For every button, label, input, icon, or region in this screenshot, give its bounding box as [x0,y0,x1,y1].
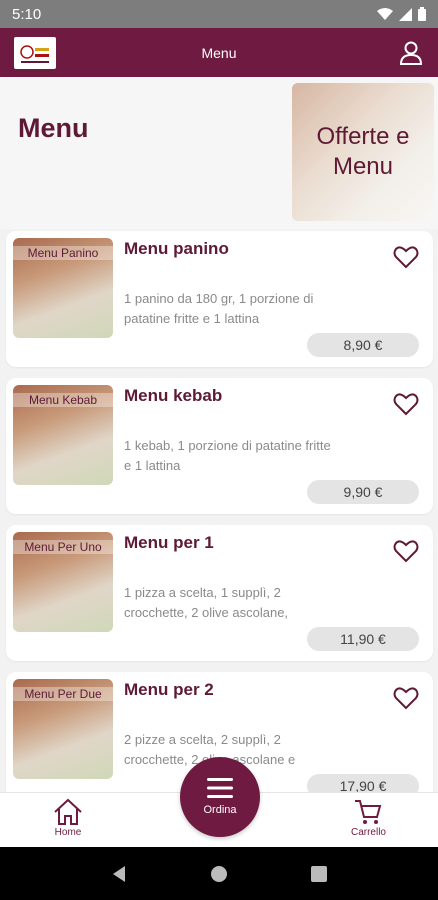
menu-title: Menu panino [124,239,229,258]
menu-thumbnail: Menu Per Uno [13,532,113,632]
menu-icon [207,778,233,798]
home-circle-icon[interactable] [210,865,228,883]
recents-icon[interactable] [310,865,327,882]
heart-icon[interactable] [393,392,419,416]
thumbnail-label: Menu Per Uno [13,540,113,554]
menu-card[interactable]: Menu Panino Menu panino 1 panino da 180 … [6,231,433,367]
heart-icon[interactable] [393,245,419,269]
menu-title: Menu kebab [124,386,223,405]
thumbnail-label: Menu Kebab [13,393,113,407]
menu-description: 1 pizza a scelta, 1 supplì, 2 crocchette… [124,585,289,620]
heart-icon[interactable] [393,686,419,710]
menu-thumbnail: Menu Kebab [13,385,113,485]
thumbnail-label: Menu Per Due [13,687,113,701]
app-bar: Menu [0,28,438,77]
app-logo[interactable] [14,36,56,69]
cart-icon [355,800,382,824]
order-button[interactable]: Ordina [180,757,260,837]
user-icon[interactable] [398,40,424,66]
hero-image: Offerte e Menu [292,83,434,221]
wifi-icon [377,7,393,20]
battery-icon [418,7,426,21]
nav-home[interactable]: Home [52,797,84,838]
menu-list: Menu Panino Menu panino 1 panino da 180 … [6,231,433,819]
signal-icon [399,7,412,21]
price-badge: 8,90 € [307,333,419,357]
menu-title: Menu per 1 [124,533,214,552]
order-button-label: Ordina [203,804,237,816]
menu-thumbnail: Menu Panino [13,238,113,338]
status-icons [377,7,426,21]
nav-home-label: Home [54,827,82,838]
app-title: Menu [201,44,237,61]
home-icon [54,798,82,825]
logo-icon [20,44,49,63]
thumbnail-label: Menu Panino [13,246,113,260]
menu-description: 1 kebab, 1 porzione di patatine fritte e… [124,438,331,473]
page-title: Menu [18,113,89,143]
menu-card[interactable]: Menu Kebab Menu kebab 1 kebab, 1 porzion… [6,378,433,514]
status-bar: 5:10 [0,0,438,28]
nav-cart[interactable]: Carrello [351,797,386,838]
heart-icon[interactable] [393,539,419,563]
price-badge: 11,90 € [307,627,419,651]
system-nav-bar [0,847,438,900]
menu-description: 1 panino da 180 gr, 1 porzione di patati… [124,291,314,326]
hero-section: Menu Offerte e Menu [0,77,438,229]
nav-cart-label: Carrello [350,827,386,838]
status-time: 5:10 [12,5,42,23]
menu-thumbnail: Menu Per Due [13,679,113,779]
menu-card[interactable]: Menu Per Uno Menu per 1 1 pizza a scelta… [6,525,433,661]
price-badge: 9,90 € [307,480,419,504]
back-icon[interactable] [111,865,127,883]
hero-image-text: Offerte e Menu [292,83,434,221]
menu-title: Menu per 2 [124,680,214,699]
